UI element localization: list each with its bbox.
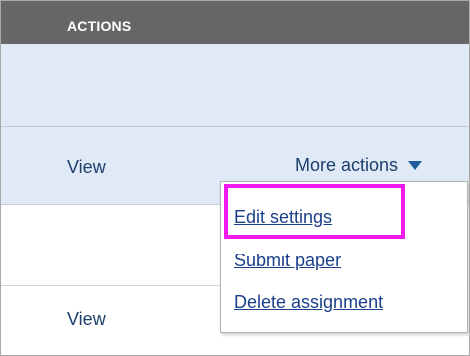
menu-item-submit-paper[interactable]: Submit paper xyxy=(234,254,341,271)
actions-header-title: ACTIONS xyxy=(67,18,132,34)
actions-panel: ACTIONS View More actions View Edit sett… xyxy=(0,0,470,356)
caret-down-icon xyxy=(408,161,423,170)
menu-item-submit-paper-wrapper: Submit paper xyxy=(221,254,467,274)
menu-item-delete-assignment[interactable]: Delete assignment xyxy=(234,292,383,313)
more-actions-label: More actions xyxy=(295,155,399,175)
more-actions-dropdown[interactable]: More actions xyxy=(295,155,423,176)
table-row xyxy=(1,44,469,127)
view-link[interactable]: View xyxy=(67,157,106,178)
more-actions-menu: Edit settings Submit paper Delete assign… xyxy=(220,181,468,333)
actions-header: ACTIONS xyxy=(1,1,469,44)
view-link[interactable]: View xyxy=(67,309,106,330)
menu-item-edit-settings[interactable]: Edit settings xyxy=(234,207,332,228)
